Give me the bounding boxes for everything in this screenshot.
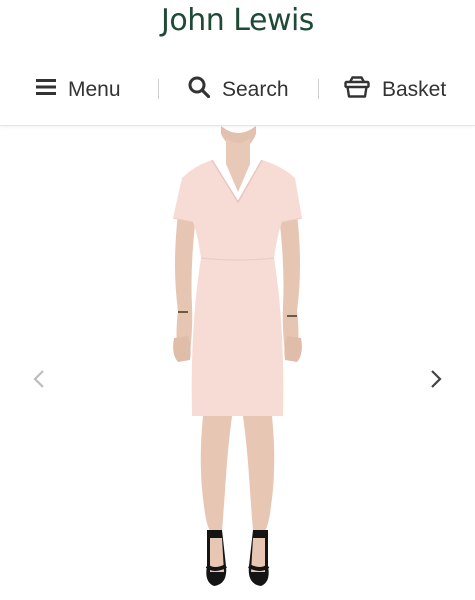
- menu-label: Menu: [68, 78, 121, 101]
- nav-divider: [318, 79, 319, 99]
- previous-image-button[interactable]: [24, 366, 54, 396]
- hamburger-icon: [36, 78, 56, 102]
- site-header: John Lewis Menu Search Basket: [0, 0, 475, 126]
- product-image: [0, 126, 475, 600]
- john-lewis-logo[interactable]: John Lewis: [0, 0, 475, 42]
- basket-label: Basket: [382, 78, 447, 101]
- search-button[interactable]: Search: [188, 68, 289, 112]
- nav-divider: [158, 79, 159, 99]
- search-label: Search: [222, 78, 289, 101]
- menu-button[interactable]: Menu: [36, 68, 121, 112]
- basket-icon: [344, 76, 370, 104]
- next-image-button[interactable]: [421, 366, 451, 396]
- header-nav: Menu Search Basket: [0, 68, 475, 112]
- basket-button[interactable]: Basket: [344, 68, 446, 112]
- chevron-right-icon: [430, 369, 442, 394]
- product-image-gallery: [0, 126, 475, 600]
- search-icon: [188, 76, 211, 104]
- chevron-left-icon: [33, 369, 45, 394]
